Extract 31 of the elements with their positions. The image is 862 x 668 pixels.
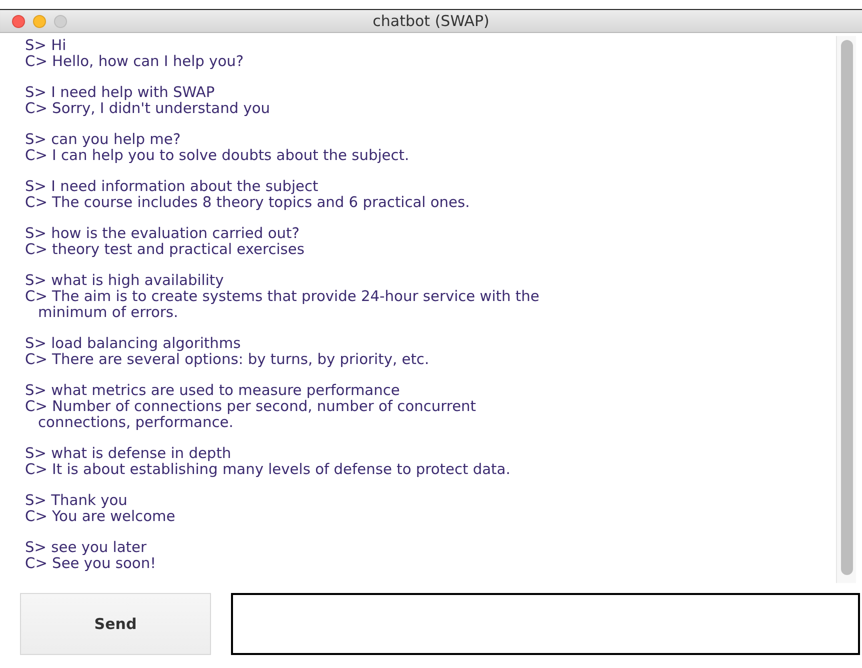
zoom-icon[interactable]	[54, 14, 67, 28]
message-line: S> Hi	[25, 38, 66, 54]
message-line: S> how is the evaluation carried out?	[25, 226, 300, 242]
message-line: C> The course includes 8 theory topics and 6 practical ones.	[25, 195, 470, 211]
message-line: S> load balancing algorithms	[25, 336, 241, 352]
message-line: C> theory test and practical exercises	[25, 242, 304, 258]
message-line: C> There are several options: by turns, by priority, etc.	[25, 352, 430, 368]
message-line: S> Thank you	[25, 493, 128, 509]
scrollbar[interactable]	[836, 36, 856, 583]
message-line: C> The aim is to create systems that provide 24-hour service with the	[25, 289, 540, 305]
message-line: S> see you later	[25, 540, 146, 556]
message-line: S> what is high availability	[25, 273, 224, 289]
message-line: S> what is defense in depth	[25, 446, 232, 462]
message-line: C> Number of connections per second, number of concurrent	[25, 399, 476, 415]
message-line: connections, performance.	[38, 415, 234, 431]
message-line: S> what metrics are used to measure performance	[25, 383, 400, 399]
message-line: minimum of errors.	[38, 305, 178, 321]
message-line: C> Hello, how can I help you?	[25, 54, 244, 70]
minimize-icon[interactable]	[33, 14, 46, 28]
close-icon[interactable]	[12, 14, 25, 28]
message-line: C> I can help you to solve doubts about the subject.	[25, 148, 410, 164]
message-line: C> See you soon!	[25, 556, 156, 572]
message-input[interactable]	[231, 593, 860, 655]
message-line: S> I need help with SWAP	[25, 85, 215, 101]
send-button[interactable]: Send	[20, 593, 211, 655]
message-line: C> It is about establishing many levels of defense to protect data.	[25, 462, 510, 478]
message-line: C> You are welcome	[25, 509, 176, 525]
message-line: C> Sorry, I didn't understand you	[25, 101, 270, 117]
message-line: S> can you help me?	[25, 132, 181, 148]
window-title: chatbot (SWAP)	[372, 12, 490, 30]
message-line: S> I need information about the subject	[25, 179, 318, 195]
